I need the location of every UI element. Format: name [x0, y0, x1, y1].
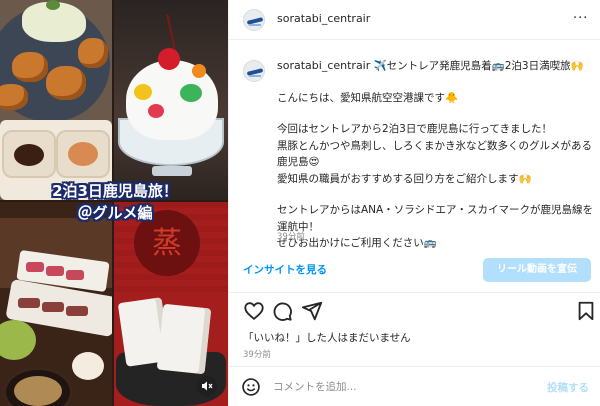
reel-media[interactable]: 蒸 2泊3日鹿児島旅！ ＠グルメ編 — [0, 0, 228, 406]
caption-username[interactable]: soratabi_centrair — [277, 59, 370, 72]
media-overlay-title: 2泊3日鹿児島旅！ ＠グルメ編 — [20, 180, 210, 224]
share-icon[interactable] — [301, 300, 323, 322]
post-time: 39分前 — [243, 350, 271, 360]
post-window: 蒸 2泊3日鹿児島旅！ ＠グルメ編 soratabi_centrair ··· … — [0, 0, 600, 406]
photo-tonkatsu — [0, 0, 112, 200]
divider — [229, 366, 600, 367]
overlay-line-1: 2泊3日鹿児島旅！ — [52, 182, 178, 200]
caption-body-2: 黒豚とんかつや鳥刺し、しろくまかき氷など数多くのグルメがある鹿児島😍 — [277, 139, 592, 169]
overlay-line-2: ＠グルメ編 — [77, 204, 153, 222]
noren-kanji: 蒸 — [152, 226, 182, 261]
photo-sashimi-set — [0, 202, 112, 406]
caption-title: ✈️セントレア発鹿児島着🚌2泊3日満喫旅🙌 — [373, 60, 584, 72]
caption-body-5: ぜひお出かけにご利用ください🚌 — [277, 237, 437, 249]
post-comment-button[interactable]: 投稿する — [547, 380, 589, 395]
emoji-icon[interactable] — [241, 377, 261, 397]
caption-time: 39分前 — [277, 232, 305, 242]
caption: soratabi_centrair ✈️セントレア発鹿児島着🚌2泊3日満喫旅🙌 … — [277, 58, 593, 252]
post-header: soratabi_centrair ··· — [229, 0, 600, 40]
promote-reel-button[interactable]: リール動画を宣伝 — [483, 258, 591, 282]
photo-shaved-ice — [114, 0, 228, 200]
post-details-panel: soratabi_centrair ··· soratabi_centrair … — [228, 0, 600, 406]
header-username[interactable]: soratabi_centrair — [277, 12, 370, 25]
bookmark-icon[interactable] — [575, 300, 597, 322]
caption-avatar[interactable] — [243, 60, 265, 82]
heart-icon[interactable] — [243, 300, 265, 322]
caption-body-3: 愛知県の職員がおすすめする回り方をご紹介します🙌 — [277, 172, 532, 185]
avatar[interactable] — [243, 9, 265, 31]
likes-text: 「いいね！」した人はまだいません — [243, 332, 411, 344]
comment-icon[interactable] — [271, 300, 293, 322]
speaker-muted-icon[interactable] — [197, 376, 217, 396]
more-horizontal-icon[interactable]: ··· — [573, 11, 588, 26]
insights-link[interactable]: インサイトを見る — [243, 262, 327, 277]
divider — [229, 292, 600, 293]
caption-body-4: セントレアからはANA・ソラシドエア・スカイマークが鹿児島線を運航中！ — [277, 204, 594, 233]
comment-input[interactable] — [273, 377, 523, 397]
caption-greeting: こんにちは、愛知県航空空港課です🐥 — [277, 91, 459, 104]
photo-noren-shop: 蒸 — [114, 202, 228, 406]
caption-body-1: 今回はセントレアから2泊3日で鹿児島に行ってきました！ — [277, 123, 553, 135]
